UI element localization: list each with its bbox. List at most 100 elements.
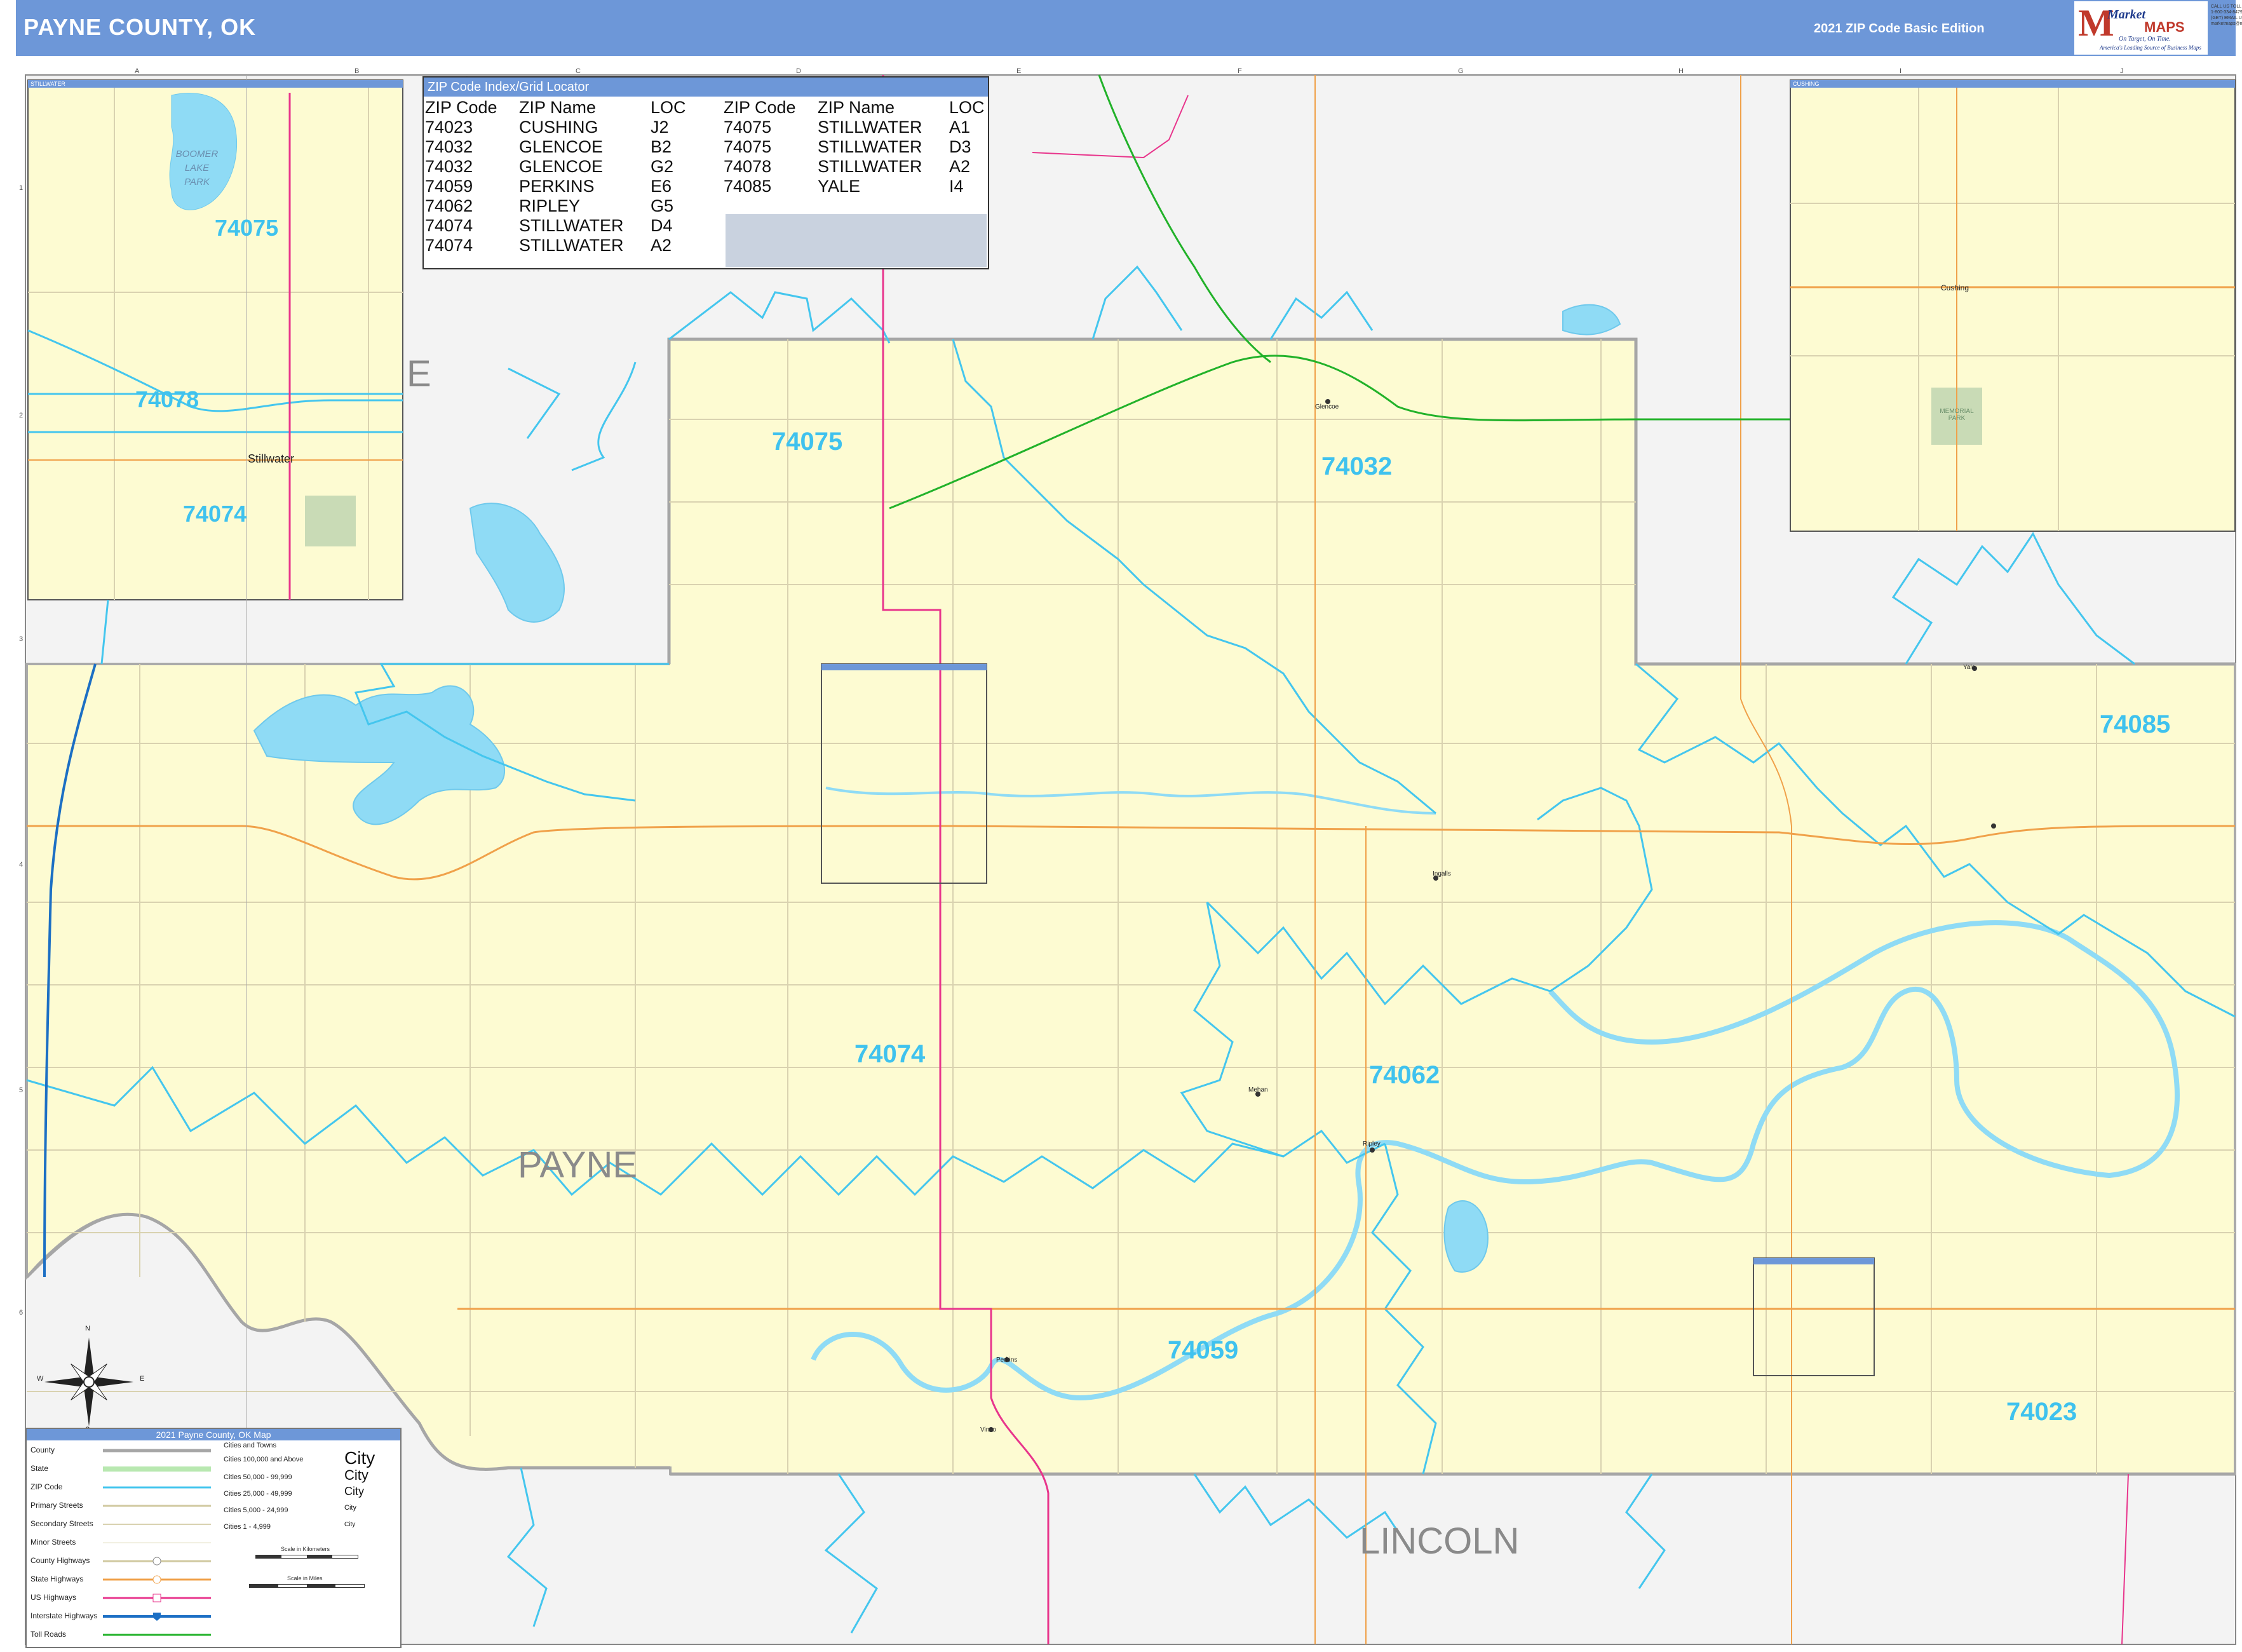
legend-city-sample-3: City bbox=[344, 1485, 364, 1498]
index-row-zip: 74059 bbox=[425, 177, 473, 196]
zip-label-74075: 74075 bbox=[772, 428, 843, 456]
compass-n-label: N bbox=[85, 1325, 90, 1332]
legend-item: State Highways bbox=[30, 1574, 84, 1583]
town-label-ripley: Ripley bbox=[1363, 1141, 1381, 1148]
index-header-loc: LOC bbox=[651, 98, 686, 117]
grid-col-label: G bbox=[1458, 67, 1464, 75]
legend-item: County bbox=[30, 1446, 55, 1454]
stillwater-inset-title: STILLWATER bbox=[28, 80, 403, 88]
index-row-name: STILLWATER bbox=[818, 137, 922, 156]
index-header-loc: LOC bbox=[949, 98, 985, 117]
grid-col-label: H bbox=[1678, 67, 1684, 75]
town-label-mehan: Mehan bbox=[1248, 1087, 1268, 1093]
legend-scale-km-label: Scale in Kilometers bbox=[281, 1546, 330, 1552]
index-row-name: STILLWATER bbox=[818, 118, 922, 137]
grid-col-label: A bbox=[135, 67, 140, 75]
grid-row-label: 6 bbox=[19, 1309, 24, 1317]
grid-row-label: 5 bbox=[19, 1087, 24, 1094]
index-row-loc: E6 bbox=[651, 177, 672, 196]
legend-item: Toll Roads bbox=[30, 1630, 67, 1639]
index-row-loc: G5 bbox=[651, 196, 674, 215]
compass-rose-icon bbox=[44, 1337, 133, 1426]
legend-scale-mi-bar bbox=[249, 1584, 365, 1588]
index-row-name: CUSHING bbox=[519, 118, 598, 137]
grid-col-label: C bbox=[576, 67, 581, 75]
index-row-zip: 74075 bbox=[724, 137, 772, 156]
compass-e-label: E bbox=[140, 1375, 145, 1383]
town-label-ingalls: Ingalls bbox=[1433, 870, 1451, 877]
grid-col-label: I bbox=[1900, 67, 1902, 75]
town-label-glencoe: Glencoe bbox=[1315, 403, 1339, 410]
zip-label-74023: 74023 bbox=[2006, 1398, 2077, 1426]
legend-city-class: Cities 50,000 - 99,999 bbox=[224, 1473, 292, 1481]
index-header-name: ZIP Name bbox=[519, 98, 597, 117]
legend-city-class: Cities 1 - 4,999 bbox=[224, 1523, 271, 1531]
index-row-name: STILLWATER bbox=[519, 216, 624, 235]
county-label-partial: E bbox=[407, 353, 431, 395]
index-row-zip: 74032 bbox=[425, 157, 473, 176]
index-header-zip: ZIP Code bbox=[425, 98, 497, 117]
index-row-zip: 74032 bbox=[425, 137, 473, 156]
zip-index-shade bbox=[726, 214, 987, 267]
index-row-name: RIPLEY bbox=[519, 196, 581, 215]
zip-index-col-left: ZIP Code ZIP Name LOC 74023 CUSHING J2 740… bbox=[425, 98, 717, 263]
legend-scale-km-bar bbox=[255, 1555, 358, 1559]
memorial-park-label: MEMORIAL PARK bbox=[1940, 408, 1974, 422]
compass-w-label: W bbox=[37, 1375, 44, 1383]
grid-col-label: F bbox=[1238, 67, 1242, 75]
legend-city-sample-1: City bbox=[344, 1448, 375, 1468]
legend-city-class: Cities 5,000 - 24,999 bbox=[224, 1506, 288, 1514]
grid-col-label: B bbox=[355, 67, 360, 75]
map-legend: 2021 Payne County, OK Map County State Z… bbox=[25, 1428, 402, 1648]
index-header-zip: ZIP Code bbox=[724, 98, 796, 117]
town-label-stillwater: Stillwater bbox=[248, 452, 295, 465]
legend-city-sample-5: City bbox=[344, 1521, 356, 1528]
legend-swatches bbox=[103, 1449, 211, 1636]
index-row-zip: 74078 bbox=[724, 157, 772, 176]
index-row-zip: 74074 bbox=[425, 236, 473, 255]
index-header-name: ZIP Name bbox=[818, 98, 895, 117]
legend-item: ZIP Code bbox=[30, 1482, 63, 1491]
grid-row-label: 1 bbox=[19, 184, 24, 192]
grid-col-label: D bbox=[796, 67, 801, 75]
legend-cities-header: Cities and Towns bbox=[224, 1442, 276, 1449]
index-row-loc: A2 bbox=[949, 157, 971, 176]
zip-label-74085: 74085 bbox=[2100, 710, 2171, 738]
zip-label-74062: 74062 bbox=[1369, 1061, 1440, 1089]
legend-item: County Highways bbox=[30, 1556, 90, 1565]
index-row-loc: G2 bbox=[651, 157, 674, 176]
index-row-loc: I4 bbox=[949, 177, 964, 196]
county-label-payne: PAYNE bbox=[518, 1144, 638, 1186]
index-row-zip: 74062 bbox=[425, 196, 473, 215]
county-map[interactable] bbox=[0, 0, 2242, 1652]
boomer-lake-label: BOOMER LAKE PARK bbox=[175, 149, 219, 187]
legend-item: US Highways bbox=[30, 1593, 77, 1602]
town-label-cushing: Cushing bbox=[1941, 283, 1969, 292]
legend-city-class: Cities 100,000 and Above bbox=[224, 1456, 304, 1463]
index-row-loc: B2 bbox=[651, 137, 672, 156]
index-row-name: STILLWATER bbox=[818, 157, 922, 176]
legend-title: 2021 Payne County, OK Map bbox=[27, 1429, 400, 1440]
legend-item: Secondary Streets bbox=[30, 1519, 93, 1528]
cushing-inset-title: CUSHING bbox=[1790, 80, 2235, 88]
index-row-zip: 74085 bbox=[724, 177, 772, 196]
legend-item: Primary Streets bbox=[30, 1501, 83, 1510]
inset-zip-label-74078: 74078 bbox=[135, 386, 199, 412]
inset-zip-label-74075: 74075 bbox=[215, 215, 279, 241]
legend-city-sample-2: City bbox=[344, 1467, 368, 1483]
index-row-loc: D4 bbox=[651, 216, 673, 235]
legend-item: Minor Streets bbox=[30, 1538, 76, 1547]
town-label-perkins: Perkins bbox=[996, 1357, 1018, 1364]
index-row-name: GLENCOE bbox=[519, 137, 604, 156]
zip-index-table: ZIP Code Index/Grid Locator ZIP Code ZIP… bbox=[422, 76, 989, 269]
county-label-lincoln: LINCOLN bbox=[1360, 1520, 1520, 1562]
inset-park-1 bbox=[305, 496, 356, 546]
index-row-loc: J2 bbox=[651, 118, 669, 137]
inset-zip-label-74074: 74074 bbox=[183, 501, 247, 527]
stillwater-locator-tab bbox=[821, 664, 987, 670]
index-row-name: STILLWATER bbox=[519, 236, 624, 255]
zip-label-74074: 74074 bbox=[854, 1040, 926, 1068]
grid-row-label: 2 bbox=[19, 412, 24, 419]
grid-row-label: 3 bbox=[19, 635, 24, 643]
index-row-zip: 74023 bbox=[425, 118, 473, 137]
